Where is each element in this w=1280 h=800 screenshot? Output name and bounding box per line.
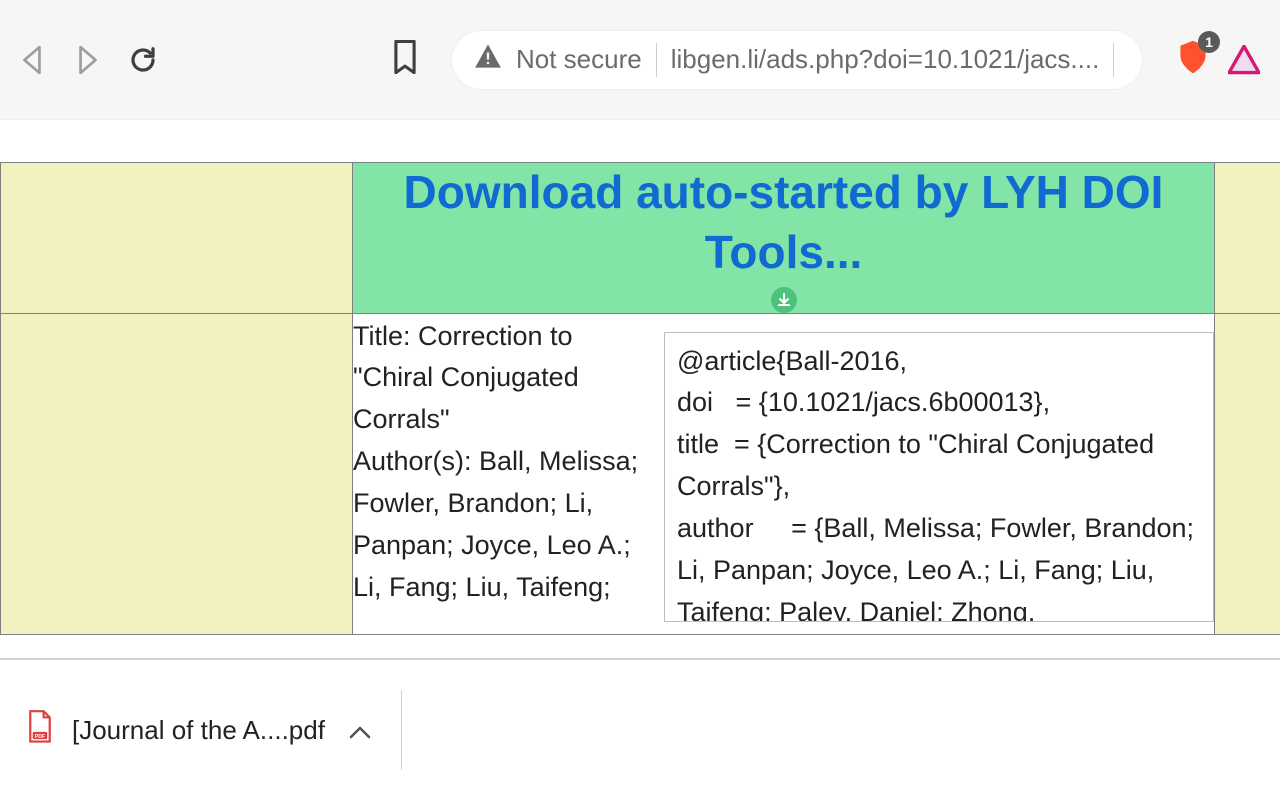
- shield-badge: 1: [1198, 31, 1220, 53]
- back-button[interactable]: [20, 45, 46, 75]
- address-bar-divider-right: [1113, 43, 1114, 77]
- download-icon[interactable]: [771, 287, 797, 313]
- layout-table: Download auto-started by LYH DOI Tools..…: [0, 162, 1280, 635]
- address-bar-divider: [656, 43, 657, 77]
- shield-icon: [1178, 62, 1208, 79]
- chevron-up-icon[interactable]: [349, 715, 371, 746]
- url-text: libgen.li/ads.php?doi=10.1021/jacs....: [671, 44, 1100, 75]
- forward-button[interactable]: [74, 45, 100, 75]
- browser-toolbar: Not secure libgen.li/ads.php?doi=10.1021…: [0, 0, 1280, 120]
- download-filename: [Journal of the A....pdf: [72, 715, 325, 746]
- nav-group: [20, 45, 158, 75]
- svg-text:PDF: PDF: [35, 733, 45, 739]
- toolbar-right: 1: [1178, 39, 1260, 80]
- bibtex-textarea[interactable]: [664, 332, 1214, 622]
- page-content: Download auto-started by LYH DOI Tools..…: [0, 120, 1280, 658]
- side-cell-left: [1, 163, 353, 314]
- brave-rewards-button[interactable]: [1228, 45, 1260, 75]
- download-item[interactable]: PDF [Journal of the A....pdf: [26, 690, 402, 770]
- side-cell-right: [1215, 163, 1280, 314]
- side-cell-left-2: [1, 313, 353, 634]
- banner-cell: Download auto-started by LYH DOI Tools..…: [353, 163, 1215, 314]
- content-row: Title: Correction to "Chiral Conjugated …: [1, 313, 1280, 634]
- bookmark-button[interactable]: [392, 40, 418, 79]
- downloads-bar: PDF [Journal of the A....pdf: [0, 658, 1280, 800]
- side-cell-right-2: [1215, 313, 1280, 634]
- content-cell: Title: Correction to "Chiral Conjugated …: [353, 313, 1215, 634]
- security-status-label: Not secure: [516, 44, 642, 75]
- brave-shields-button[interactable]: 1: [1178, 39, 1208, 80]
- address-bar[interactable]: Not secure libgen.li/ads.php?doi=10.1021…: [452, 31, 1142, 89]
- download-banner-link[interactable]: Download auto-started by LYH DOI Tools..…: [353, 163, 1214, 283]
- reload-button[interactable]: [128, 45, 158, 75]
- article-metadata: Title: Correction to "Chiral Conjugated …: [353, 314, 648, 634]
- pdf-icon: PDF: [26, 710, 54, 751]
- banner-row: Download auto-started by LYH DOI Tools..…: [1, 163, 1280, 314]
- warning-icon: [474, 43, 502, 76]
